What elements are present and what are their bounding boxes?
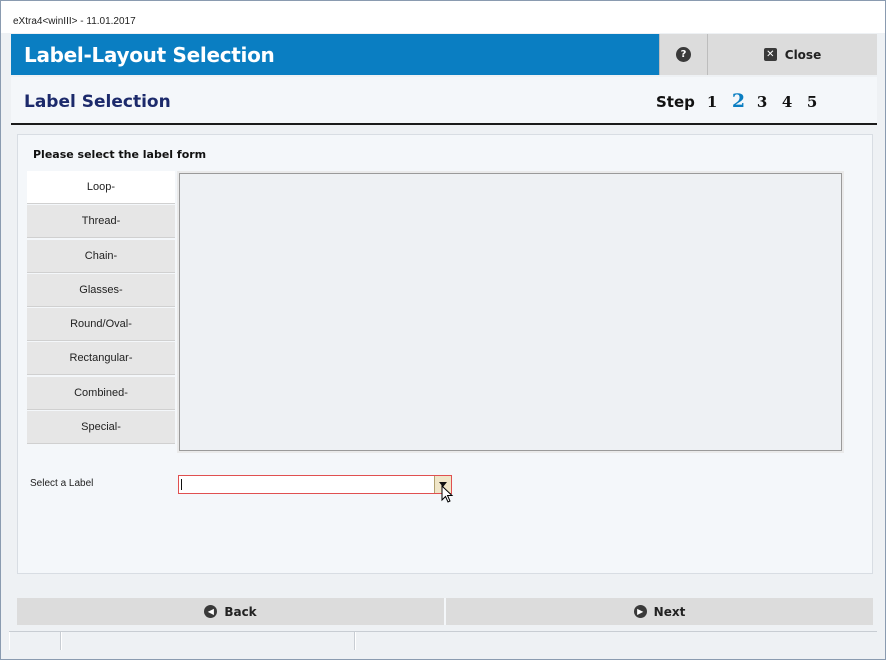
window-title: eXtra4<winIII> - 11.01.2017	[13, 16, 136, 27]
step-label: Step	[656, 93, 695, 111]
step-3: 3	[756, 93, 768, 111]
select-label-caption: Select a Label	[30, 478, 94, 489]
page-title: Label Selection	[24, 92, 171, 112]
arrow-left-circle-icon: ◀	[204, 605, 218, 618]
help-button[interactable]: ?	[659, 34, 708, 75]
status-bar	[9, 631, 877, 650]
section-heading: Please select the label form	[33, 148, 207, 161]
label-select-combobox[interactable]	[178, 475, 452, 494]
content-panel: Please select the label form Loop- Threa…	[17, 134, 873, 574]
arrow-right-circle-icon: ▶	[633, 605, 647, 618]
form-item-chain[interactable]: Chain-	[27, 239, 175, 273]
close-button-label: Close	[784, 47, 822, 62]
dialog-title: Label-Layout Selection	[24, 43, 275, 67]
close-button[interactable]: ✕ Close	[708, 34, 877, 75]
form-item-glasses[interactable]: Glasses-	[27, 273, 175, 307]
label-preview-area	[179, 173, 842, 451]
application-window: eXtra4<winIII> - 11.01.2017 Label-Layout…	[0, 0, 886, 660]
close-x-icon: ✕	[763, 48, 777, 61]
form-item-thread[interactable]: Thread-	[27, 205, 175, 239]
step-2-current: 2	[731, 90, 746, 112]
question-circle-icon: ?	[676, 47, 691, 62]
step-1: 1	[706, 93, 718, 111]
window-titlebar: eXtra4<winIII> - 11.01.2017	[1, 1, 885, 33]
form-item-loop[interactable]: Loop-	[27, 171, 175, 204]
label-form-list: Loop- Thread- Chain- Glasses- Round/Oval…	[27, 171, 175, 445]
form-item-combined[interactable]: Combined-	[27, 376, 175, 410]
header-bar: Label-Layout Selection ? ✕ Close	[11, 34, 877, 75]
form-item-round-oval[interactable]: Round/Oval-	[27, 308, 175, 342]
step-4: 4	[781, 93, 793, 111]
form-item-rectangular[interactable]: Rectangular-	[27, 342, 175, 376]
step-indicator: Step 1 2 3 4 5	[656, 90, 832, 112]
next-button[interactable]: ▶ Next	[446, 598, 873, 625]
next-button-label: Next	[653, 604, 686, 619]
status-cell	[355, 632, 875, 650]
text-caret	[181, 479, 182, 490]
back-button[interactable]: ◀ Back	[17, 598, 446, 625]
wizard-footer: ◀ Back ▶ Next	[17, 598, 873, 625]
status-cell	[9, 632, 61, 650]
step-5: 5	[806, 93, 818, 111]
status-cell	[61, 632, 355, 650]
back-button-label: Back	[224, 604, 257, 619]
mouse-cursor-icon	[441, 485, 454, 503]
label-preview-frame	[177, 171, 844, 453]
form-item-special[interactable]: Special-	[27, 411, 175, 445]
wizard-subheader: Label Selection Step 1 2 3 4 5	[11, 77, 877, 125]
